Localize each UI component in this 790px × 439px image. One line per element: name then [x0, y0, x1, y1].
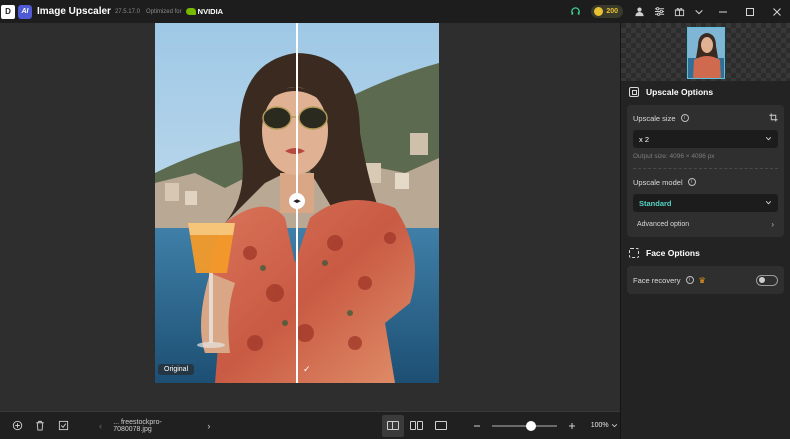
chevron-down-icon: [765, 135, 772, 144]
crop-icon[interactable]: [769, 112, 778, 124]
upscale-options-header: Upscale Options: [621, 84, 790, 100]
face-options-title: Face Options: [646, 248, 700, 258]
zoom-slider[interactable]: [492, 420, 557, 431]
right-panel: Upscale Options Upscale size i x 2 Outpu…: [620, 23, 790, 439]
upscale-size-value: x 2: [639, 134, 650, 144]
upscale-size-select[interactable]: x 2: [633, 130, 778, 148]
settings-sliders-icon[interactable]: [649, 0, 669, 23]
original-label: Original: [158, 364, 195, 375]
maximize-button[interactable]: [736, 0, 763, 23]
divider: [633, 168, 778, 169]
support-headset-icon[interactable]: [565, 0, 585, 23]
bottom-toolbar: ‹ ... freestockpro-7080078.jpg › 100%: [0, 411, 620, 439]
next-image-icon[interactable]: ›: [202, 421, 215, 431]
delete-icon[interactable]: [30, 415, 51, 437]
coin-icon: [594, 7, 604, 16]
nvidia-label: NVIDIA: [197, 7, 224, 16]
optimized-for-text: Optimized for: [145, 8, 182, 15]
nvidia-badge: NVIDIA: [185, 7, 224, 16]
account-icon[interactable]: [629, 0, 649, 23]
side-by-side-view-button[interactable]: [405, 415, 428, 437]
app-logo-icon: D: [1, 4, 15, 19]
nvidia-logo-icon: [185, 8, 196, 15]
checkmark-icon: ✓: [303, 364, 311, 374]
compare-handle-icon[interactable]: ◂▸: [289, 193, 305, 209]
upscale-model-value: Standard: [639, 198, 672, 208]
image-thumbnail[interactable]: [687, 27, 725, 79]
current-filename: ... freestockpro-7080078.jpg: [113, 418, 162, 433]
upscale-model-select[interactable]: Standard: [633, 194, 778, 212]
zoom-value[interactable]: 100%: [591, 422, 609, 429]
zoom-slider-thumb[interactable]: [525, 420, 536, 431]
upscale-model-label: Upscale model: [633, 177, 683, 187]
app-title: Image Upscaler: [37, 6, 111, 17]
minimize-button[interactable]: [709, 0, 736, 23]
upscale-size-label: Upscale size: [633, 113, 676, 123]
face-recovery-label: Face recovery: [633, 275, 681, 285]
single-view-button[interactable]: [429, 415, 452, 437]
title-bar-controls: 200: [565, 0, 790, 23]
single-view-icon: [434, 421, 447, 430]
title-bar: D AI Image Upscaler 27.5.17.0 Optimized …: [0, 0, 790, 23]
close-button[interactable]: [763, 0, 790, 23]
add-image-icon[interactable]: [7, 415, 28, 437]
credits-badge[interactable]: 200: [591, 5, 623, 18]
app-version: 27.5.17.0: [114, 8, 140, 15]
chevron-right-icon: ›: [771, 219, 774, 229]
info-icon[interactable]: i: [687, 178, 696, 186]
zoom-dropdown-chevron-icon[interactable]: [609, 415, 620, 437]
split-view-icon: [386, 421, 399, 430]
upscale-options-title: Upscale Options: [646, 87, 714, 97]
zoom-in-icon[interactable]: [562, 415, 583, 437]
advanced-option-label: Advanced option: [637, 220, 690, 228]
batch-select-icon[interactable]: [53, 415, 74, 437]
face-options-icon: [629, 248, 639, 258]
zoom-out-icon[interactable]: [466, 415, 487, 437]
upscale-options-icon: [629, 87, 639, 97]
side-by-side-left-icon: [410, 421, 417, 430]
split-view-button[interactable]: [381, 414, 405, 437]
previous-image-icon[interactable]: ‹: [94, 421, 107, 431]
crown-icon: ♛: [698, 275, 706, 285]
chevron-down-icon[interactable]: [689, 0, 709, 23]
info-icon[interactable]: i: [680, 114, 689, 122]
info-icon[interactable]: i: [685, 276, 694, 284]
image-canvas[interactable]: ◂▸ Original ✓: [0, 23, 620, 411]
chevron-down-icon: [765, 199, 772, 208]
side-by-side-right-icon: [417, 421, 424, 430]
upscale-size-row: Upscale size i: [633, 111, 778, 125]
output-size-text: Output size: 4096 × 4096 px: [633, 153, 715, 160]
gift-icon[interactable]: [669, 0, 689, 23]
face-recovery-toggle[interactable]: [756, 274, 778, 286]
face-options-header: Face Options: [621, 245, 790, 261]
ai-badge-icon: AI: [18, 4, 32, 19]
credits-count: 200: [606, 8, 618, 15]
thumbnail-strip: [621, 23, 790, 81]
face-recovery-row: Face recovery i ♛: [633, 272, 778, 288]
advanced-option-row[interactable]: Advanced option ›: [633, 215, 778, 233]
face-options-card: Face recovery i ♛: [627, 266, 784, 294]
upscale-options-card: Upscale size i x 2 Output size: 4096 × 4…: [627, 105, 784, 237]
upscale-model-row: Upscale model i: [633, 175, 778, 189]
